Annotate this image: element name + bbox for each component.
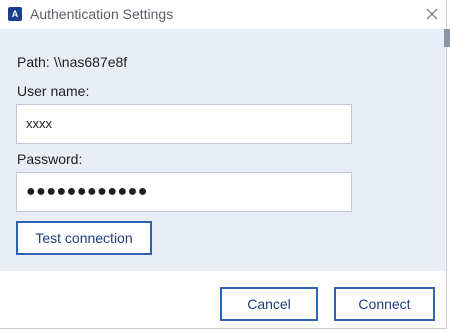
password-label: Password: xyxy=(17,151,83,167)
dialog-footer: Cancel Connect xyxy=(0,271,446,328)
cancel-button[interactable]: Cancel xyxy=(220,287,318,321)
test-connection-button[interactable]: Test connection xyxy=(16,221,152,255)
password-input[interactable]: ●●●●●●●●●●●● xyxy=(16,172,352,212)
form-panel: Path: \\nas687e8f User name: xxxx Passwo… xyxy=(0,29,446,271)
scrollbar-handle[interactable] xyxy=(444,29,450,47)
path-value: \\nas687e8f xyxy=(54,54,128,70)
window-title: Authentication Settings xyxy=(30,6,174,22)
close-button[interactable] xyxy=(422,4,442,24)
app-logo-icon: A xyxy=(8,7,22,21)
username-label: User name: xyxy=(17,83,90,99)
username-input[interactable]: xxxx xyxy=(16,104,352,144)
authentication-dialog: A Authentication Settings Path: \\nas687… xyxy=(0,0,450,329)
connect-button[interactable]: Connect xyxy=(334,287,435,321)
app-icon-letter: A xyxy=(11,9,19,19)
path-label: Path: xyxy=(17,54,50,70)
close-icon xyxy=(426,8,438,20)
title-bar: A Authentication Settings xyxy=(0,0,446,29)
